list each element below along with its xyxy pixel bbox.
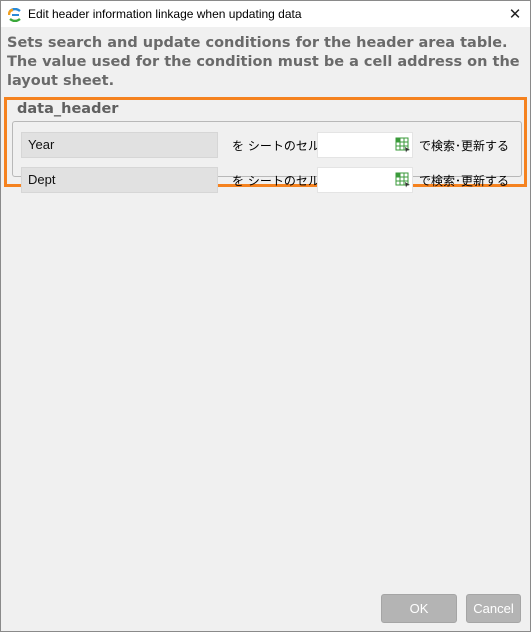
close-button[interactable]: ✕ [500,1,530,27]
field-name: Dept [21,167,218,193]
title-bar: Edit header information linkage when upd… [1,1,530,27]
ok-button[interactable]: OK [381,594,457,623]
close-icon: ✕ [508,5,522,23]
grid-select-icon[interactable] [395,172,411,188]
cancel-button[interactable]: Cancel [466,594,521,623]
field-name: Year [21,132,218,158]
group-title: data_header [17,101,119,117]
dialog-window: Edit header information linkage when upd… [0,0,531,632]
grid-select-icon[interactable] [395,137,411,153]
window-title: Edit header information linkage when upd… [28,7,302,21]
connector-label: を シートのセル [232,139,320,153]
condition-row: Dept を シートのセル で検索･更新する [21,167,517,193]
description-text: Sets search and update conditions for th… [7,35,520,89]
suffix-label: で検索･更新する [419,174,510,188]
suffix-label: で検索･更新する [419,139,510,153]
connector-label: を シートのセル [232,174,320,188]
condition-row: Year を シートのセル で検索･更新する [21,132,517,158]
app-logo-icon [7,7,22,23]
